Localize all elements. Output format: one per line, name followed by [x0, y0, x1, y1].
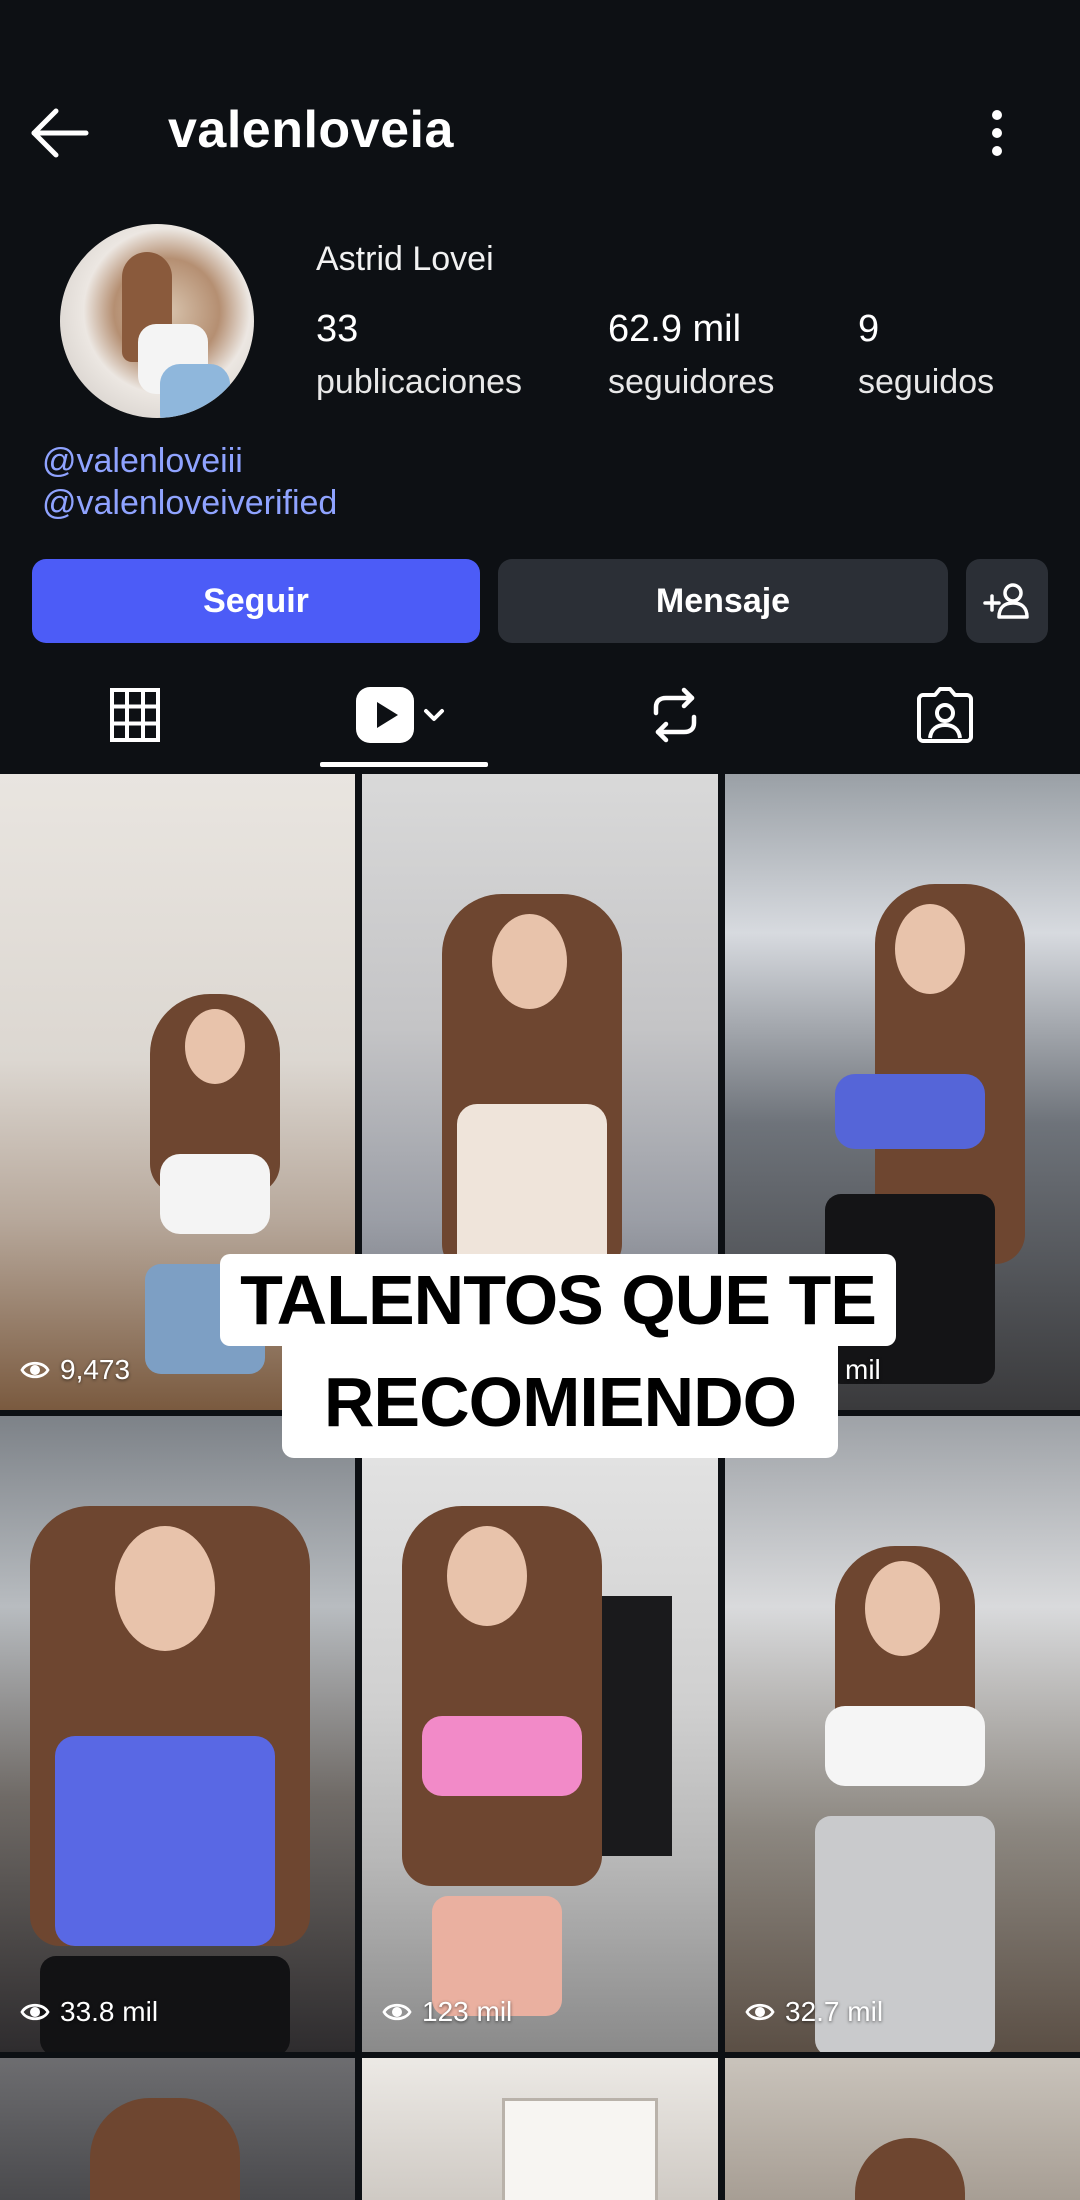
tab-reels[interactable]	[320, 660, 488, 770]
grid-icon	[110, 688, 160, 742]
arrow-left-icon	[31, 108, 89, 158]
add-user-icon	[983, 583, 1029, 619]
back-button[interactable]	[28, 105, 98, 161]
view-count: 32.7 mil	[745, 1996, 883, 2028]
eye-icon	[382, 2003, 412, 2021]
eye-icon	[20, 1361, 50, 1379]
reels-icon	[356, 687, 444, 743]
bio-link-mention[interactable]: @valenloveiii	[42, 440, 337, 482]
view-count: 33.8 mil	[20, 1996, 158, 2028]
view-count: 9,473	[20, 1354, 130, 1386]
eye-icon	[745, 2003, 775, 2021]
stat-followers[interactable]: 62.9 mil seguidores	[608, 308, 774, 402]
tab-tagged[interactable]	[870, 660, 1020, 770]
message-button[interactable]: Mensaje	[498, 559, 948, 643]
stat-posts[interactable]: 33 publicaciones	[316, 308, 522, 402]
tagged-icon	[917, 687, 973, 743]
profile-screen: valenloveia Astrid Lovei 33 publicacione…	[0, 0, 1080, 2200]
repost-icon	[653, 687, 697, 743]
video-caption-line: RECOMIENDO	[282, 1346, 838, 1458]
stat-following[interactable]: 9 seguidos	[858, 308, 994, 402]
suggested-users-button[interactable]	[966, 559, 1048, 643]
bio-links: @valenloveiii @valenloveiverified	[42, 440, 337, 524]
reel-thumbnail[interactable]	[362, 2058, 718, 2200]
more-vertical-icon	[992, 110, 1002, 156]
profile-tabs	[0, 660, 1080, 770]
tab-grid[interactable]	[60, 660, 210, 770]
view-count-text: 123 mil	[422, 1996, 513, 2027]
profile-username: valenloveia	[168, 101, 454, 159]
followers-count: 62.9 mil	[608, 308, 742, 350]
video-caption-line: TALENTOS QUE TE	[220, 1254, 896, 1346]
view-count: 123 mil	[382, 1996, 512, 2028]
bio-link-mention[interactable]: @valenloveiverified	[42, 482, 337, 524]
profile-full-name: Astrid Lovei	[316, 240, 494, 278]
posts-label: publicaciones	[316, 363, 523, 401]
view-count-text: mil	[845, 1354, 881, 1385]
reel-thumbnail[interactable]: 123 mil	[362, 1416, 718, 2052]
avatar[interactable]	[60, 224, 254, 418]
reel-thumbnail[interactable]: 32.7 mil	[725, 1416, 1080, 2052]
reel-thumbnail[interactable]	[725, 2058, 1080, 2200]
following-label: seguidos	[858, 363, 995, 401]
following-count: 9	[858, 308, 880, 350]
eye-icon	[20, 2003, 50, 2021]
tab-reposts[interactable]	[600, 660, 750, 770]
reel-thumbnail[interactable]	[0, 2058, 355, 2200]
reels-grid: 9,473 mil 33.8 mil 123 mil 32.7 mil	[0, 774, 1080, 2200]
top-bar: valenloveia	[0, 0, 1080, 210]
follow-button[interactable]: Seguir	[32, 559, 480, 643]
posts-count: 33	[316, 308, 359, 350]
reel-thumbnail[interactable]: 33.8 mil	[0, 1416, 355, 2052]
active-tab-indicator	[320, 762, 488, 767]
view-count-text: 32.7 mil	[785, 1996, 884, 2027]
followers-label: seguidores	[608, 363, 775, 401]
more-options-button[interactable]	[982, 105, 1012, 161]
view-count-text: 9,473	[60, 1354, 131, 1385]
view-count-text: 33.8 mil	[60, 1996, 159, 2027]
